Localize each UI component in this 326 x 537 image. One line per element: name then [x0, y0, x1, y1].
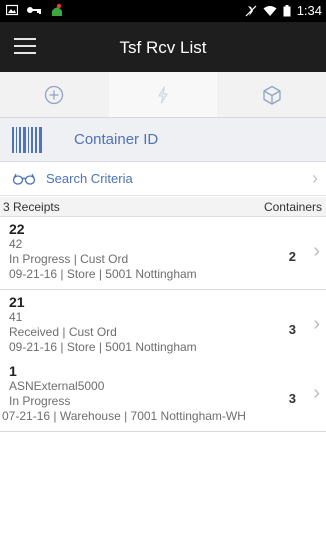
- page-title: Tsf Rcv List: [119, 38, 207, 57]
- plus-circle-icon: [45, 85, 64, 104]
- cube-icon: [263, 85, 281, 105]
- container-id-field[interactable]: Container ID: [0, 118, 326, 162]
- android-notification-icon: [52, 3, 62, 16]
- container-count: 2: [288, 249, 296, 264]
- status-left-icons: [6, 3, 64, 17]
- mute-icon: [245, 5, 257, 16]
- barcode-icon[interactable]: [12, 126, 42, 153]
- tab-package[interactable]: [217, 72, 326, 117]
- receipt-id: 21: [9, 294, 25, 310]
- list-item[interactable]: 1 ASNExternal5000 In Progress 07-21-16 |…: [0, 360, 326, 432]
- search-criteria-label: Search Criteria: [46, 171, 133, 186]
- receipt-detail: 09-21-16 | Store | 5001 Nottingham: [9, 340, 197, 354]
- receipt-id: 22: [9, 221, 25, 237]
- key-notification-icon: [27, 7, 41, 14]
- action-tabs: [0, 72, 326, 118]
- container-count: 3: [288, 322, 296, 337]
- receipt-status: Received | Cust Ord: [9, 325, 117, 339]
- chevron-right-icon: ›: [312, 168, 318, 188]
- tab-add[interactable]: [0, 72, 109, 117]
- container-id-label: Container ID: [74, 131, 159, 148]
- list-item[interactable]: 21 41 Received | Cust Ord 09-21-16 | Sto…: [0, 291, 326, 363]
- status-bar: 1:34: [0, 0, 326, 22]
- tab-quick[interactable]: [108, 72, 218, 117]
- status-right-icons: 1:34: [245, 3, 322, 18]
- chevron-right-icon: ›: [313, 240, 320, 262]
- image-notification-icon: [6, 4, 18, 16]
- receipt-id: 1: [9, 363, 17, 379]
- list-summary: 3 Receipts Containers: [0, 197, 326, 217]
- search-criteria-row[interactable]: Search Criteria ›: [0, 162, 326, 196]
- receipt-status: In Progress: [9, 394, 71, 408]
- status-time: 1:34: [296, 3, 322, 18]
- wifi-icon: [263, 5, 277, 16]
- list-item[interactable]: 22 42 In Progress | Cust Ord 09-21-16 | …: [0, 218, 326, 290]
- receipt-ref: 41: [9, 310, 23, 324]
- lightning-icon: [158, 85, 168, 104]
- receipt-ref: ASNExternal5000: [9, 379, 105, 393]
- glasses-icon: [12, 173, 36, 185]
- receipt-detail: 09-21-16 | Store | 5001 Nottingham: [9, 267, 197, 281]
- receipt-ref: 42: [9, 237, 23, 251]
- app-bar: Tsf Rcv List: [0, 22, 326, 72]
- battery-icon: [283, 4, 291, 16]
- container-count: 3: [288, 391, 296, 406]
- receipt-detail: 07-21-16 | Warehouse | 7001 Nottingham-W…: [2, 409, 246, 423]
- chevron-right-icon: ›: [313, 313, 320, 335]
- receipts-count: 3 Receipts: [3, 200, 60, 214]
- chevron-right-icon: ›: [313, 382, 320, 404]
- containers-header: Containers: [263, 200, 322, 214]
- receipt-status: In Progress | Cust Ord: [9, 252, 129, 266]
